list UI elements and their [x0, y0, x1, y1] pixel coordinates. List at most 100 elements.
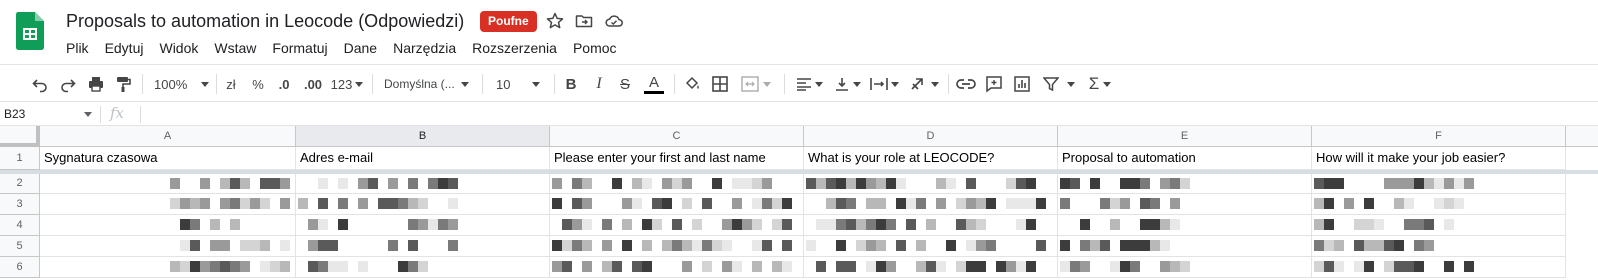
- italic-icon[interactable]: I: [588, 71, 610, 97]
- currency-format-button[interactable]: zł: [220, 71, 242, 97]
- merge-cells-icon[interactable]: [736, 71, 776, 97]
- table-cell[interactable]: [296, 174, 550, 194]
- redacted-pixel: [1444, 219, 1454, 230]
- cell-f1[interactable]: How will it make your job easier?: [1312, 147, 1566, 170]
- move-to-folder-icon[interactable]: [574, 11, 594, 31]
- redacted-pixel: [742, 219, 752, 230]
- column-header-c[interactable]: C: [550, 126, 804, 147]
- comment-icon[interactable]: [982, 71, 1006, 97]
- redacted-pixel: [1016, 261, 1026, 272]
- redacted-pixel: [1404, 178, 1414, 189]
- column-header-a[interactable]: A: [40, 126, 296, 147]
- menu-view[interactable]: Widok: [151, 38, 206, 58]
- decrease-decimal-button[interactable]: .0: [272, 71, 296, 97]
- font-size-select[interactable]: 10: [490, 71, 548, 97]
- column-header-f[interactable]: F: [1312, 126, 1566, 147]
- text-color-icon[interactable]: A: [642, 71, 666, 97]
- redacted-pixel: [622, 219, 632, 230]
- redacted-pixel: [180, 198, 190, 209]
- align-vertical-icon[interactable]: [830, 71, 864, 97]
- redacted-pixel: [1454, 178, 1464, 189]
- classification-badge[interactable]: Poufne: [480, 11, 537, 32]
- document-title[interactable]: Proposals to automation in Leocode (Odpo…: [66, 11, 464, 32]
- redacted-pixel: [1424, 219, 1434, 230]
- paint-format-icon[interactable]: [112, 71, 134, 97]
- star-icon[interactable]: [545, 11, 565, 31]
- zoom-value: 100%: [154, 76, 188, 92]
- select-all-corner[interactable]: [0, 126, 40, 147]
- font-family-select[interactable]: Domyślna (...: [380, 71, 476, 97]
- menu-edit[interactable]: Edytuj: [97, 38, 152, 58]
- menu-extensions[interactable]: Rozszerzenia: [464, 38, 565, 58]
- bold-icon[interactable]: B: [560, 71, 582, 97]
- formula-input[interactable]: [146, 103, 1586, 125]
- redacted-pixel: [200, 261, 210, 272]
- table-cell[interactable]: [1312, 215, 1566, 236]
- zoom-select[interactable]: 100%: [150, 71, 210, 97]
- redacted-pixel: [1130, 261, 1140, 272]
- redacted-pixel: [582, 261, 592, 272]
- menu-format[interactable]: Formatuj: [264, 38, 335, 58]
- name-box[interactable]: B23: [0, 103, 98, 125]
- table-cell[interactable]: [1312, 257, 1566, 278]
- row-header-5[interactable]: 5: [0, 236, 40, 257]
- redacted-pixel: [1026, 219, 1036, 230]
- fill-color-icon[interactable]: [680, 71, 704, 97]
- strikethrough-icon[interactable]: S: [614, 71, 636, 97]
- row-header-3[interactable]: 3: [0, 194, 40, 215]
- print-icon[interactable]: [84, 71, 108, 97]
- cell-b1[interactable]: Adres e-mail: [296, 147, 550, 170]
- column-header-d[interactable]: D: [804, 126, 1058, 147]
- text-wrap-icon[interactable]: [866, 71, 902, 97]
- chart-icon[interactable]: [1010, 71, 1034, 97]
- align-horizontal-icon[interactable]: [792, 71, 826, 97]
- table-cell[interactable]: [1312, 236, 1566, 257]
- redacted-pixel: [328, 261, 338, 272]
- redacted-pixel: [1374, 240, 1384, 251]
- cell-e1[interactable]: Proposal to automation: [1058, 147, 1312, 170]
- sheets-logo-icon[interactable]: [16, 12, 44, 50]
- redo-icon[interactable]: [56, 71, 80, 97]
- redacted-pixel: [1374, 219, 1384, 230]
- undo-icon[interactable]: [28, 71, 52, 97]
- table-cell[interactable]: [40, 257, 296, 278]
- column-header-e[interactable]: E: [1058, 126, 1312, 147]
- text-rotate-icon[interactable]: [906, 71, 942, 97]
- cell-a1[interactable]: Sygnatura czasowa: [40, 147, 296, 170]
- redacted-pixel: [1354, 240, 1364, 251]
- menu-data[interactable]: Dane: [336, 38, 385, 58]
- column-header-g[interactable]: [1566, 126, 1598, 147]
- column-header-b[interactable]: B: [296, 126, 550, 147]
- redacted-pixel: [926, 261, 936, 272]
- menu-tools[interactable]: Narzędzia: [385, 38, 464, 58]
- table-cell[interactable]: [40, 215, 296, 236]
- redacted-pixel: [1314, 198, 1324, 209]
- menu-insert[interactable]: Wstaw: [206, 38, 264, 58]
- filter-icon[interactable]: [1038, 71, 1080, 97]
- redacted-pixel: [1140, 240, 1150, 251]
- redacted-pixel: [946, 240, 956, 251]
- row-header-1[interactable]: 1: [0, 147, 40, 170]
- row-header-4[interactable]: 4: [0, 215, 40, 236]
- menu-file[interactable]: Plik: [58, 38, 97, 58]
- increase-decimal-button[interactable]: .00: [300, 71, 326, 97]
- functions-icon[interactable]: Σ: [1084, 71, 1116, 97]
- link-icon[interactable]: [954, 71, 978, 97]
- row-header-6[interactable]: 6: [0, 257, 40, 278]
- redacted-pixel: [1394, 261, 1404, 272]
- menu-help[interactable]: Pomoc: [565, 38, 625, 58]
- cloud-saved-icon[interactable]: [604, 11, 624, 31]
- borders-icon[interactable]: [708, 71, 732, 97]
- cell-c1[interactable]: Please enter your first and last name: [550, 147, 804, 170]
- cell-d1[interactable]: What is your role at LEOCODE?: [804, 147, 1058, 170]
- table-cell[interactable]: [1058, 194, 1312, 215]
- redacted-pixel: [936, 261, 946, 272]
- redacted-pixel: [1080, 240, 1090, 251]
- redacted-pixel: [408, 219, 418, 230]
- redacted-pixel: [250, 240, 260, 251]
- more-formats-button[interactable]: 123: [330, 71, 364, 97]
- row-header-2[interactable]: 2: [0, 174, 40, 194]
- table-cell[interactable]: [40, 174, 296, 194]
- percent-format-button[interactable]: %: [248, 71, 268, 97]
- table-cell[interactable]: [1058, 215, 1312, 236]
